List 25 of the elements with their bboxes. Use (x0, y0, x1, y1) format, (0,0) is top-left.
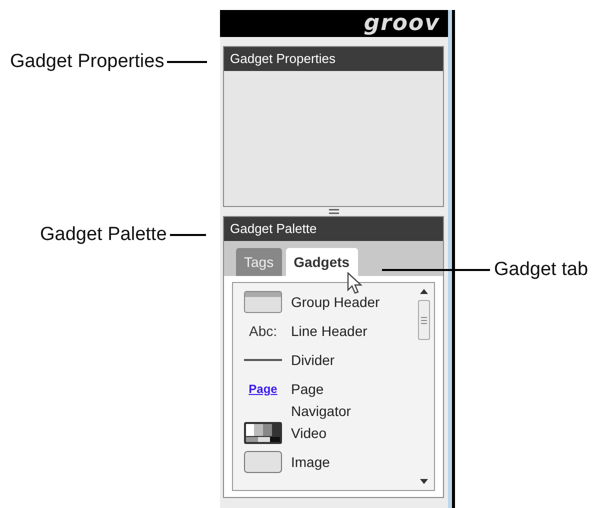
callout-label: Gadget Palette (40, 223, 167, 247)
panel-title: Gadget Properties (224, 47, 443, 71)
video-icon (244, 422, 282, 444)
scrollbar-thumb[interactable] (418, 300, 430, 340)
callout-label: Gadget tab (494, 258, 588, 282)
gadget-label[interactable]: Divider (291, 349, 335, 371)
scroll-down-icon[interactable] (420, 479, 428, 484)
link-sample-icon: Page (248, 378, 278, 400)
gadget-label[interactable]: Line Header (291, 320, 368, 342)
leader-line (167, 61, 208, 64)
gadget-label[interactable]: Image (291, 451, 330, 473)
callout-label: Gadget Properties (10, 50, 164, 74)
scroll-up-icon[interactable] (420, 289, 428, 294)
divider-icon (244, 359, 282, 361)
text-sample-icon: Abc: (248, 320, 277, 342)
gadget-label[interactable]: Video (291, 422, 327, 444)
gadget-label[interactable]: Group Header (291, 291, 380, 313)
splitter-handle-icon[interactable] (329, 209, 339, 214)
group-header-icon (244, 291, 282, 313)
leader-line (170, 234, 206, 236)
panel-title: Gadget Palette (224, 217, 443, 241)
gadget-label[interactable]: Page Navigator (291, 378, 386, 422)
tab[interactable]: Gadgets (286, 248, 358, 276)
logo: groov (364, 12, 440, 34)
image-placeholder-icon (244, 451, 282, 473)
